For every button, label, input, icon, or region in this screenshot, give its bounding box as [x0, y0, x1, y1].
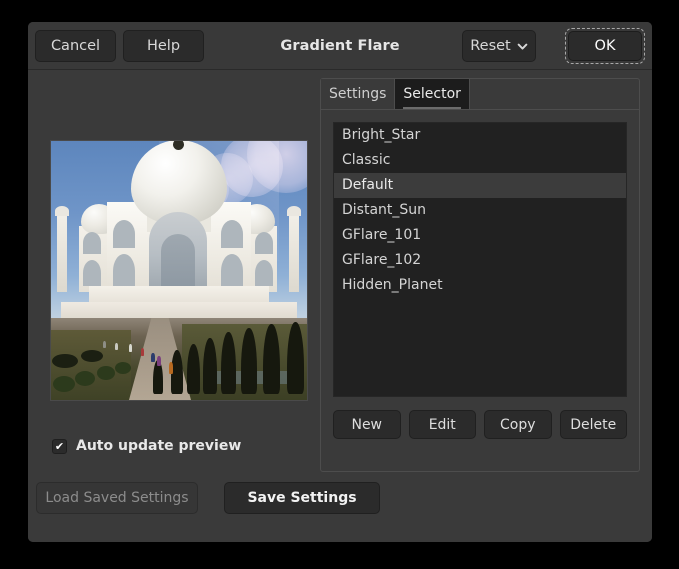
shrub — [115, 362, 131, 374]
list-action-buttons: New Edit Copy Delete — [333, 410, 627, 439]
side-arch — [255, 232, 273, 254]
shrub — [97, 366, 115, 380]
side-arch — [83, 260, 101, 286]
delete-button[interactable]: Delete — [560, 410, 628, 439]
ok-button-focus-ring: OK — [565, 28, 645, 64]
cancel-button[interactable]: Cancel — [35, 30, 116, 62]
visitor — [103, 341, 106, 348]
minaret-cap-left — [55, 206, 69, 216]
side-arch — [221, 220, 243, 248]
help-button[interactable]: Help — [123, 30, 204, 62]
help-button-label: Help — [147, 38, 180, 54]
shrub — [52, 354, 78, 368]
ok-button-label: OK — [595, 38, 616, 54]
gradient-flare-dialog: Cancel Help Gradient Flare Reset OK — [28, 22, 652, 542]
left-column: ✔ Auto update preview Load Saved Setting… — [28, 70, 324, 542]
preview-frame — [50, 140, 308, 401]
minaret-cap-right — [287, 206, 301, 216]
delete-button-label: Delete — [570, 417, 616, 433]
list-item-label: Bright_Star — [342, 127, 420, 143]
central-iwan-recess — [161, 234, 195, 290]
screen: Cancel Help Gradient Flare Reset OK — [0, 0, 679, 569]
edit-button-label: Edit — [429, 417, 456, 433]
visitor — [115, 343, 118, 350]
side-arch — [221, 254, 243, 288]
tab-selector-label: Selector — [403, 86, 461, 102]
side-arch — [113, 220, 135, 248]
load-saved-settings-label: Load Saved Settings — [45, 490, 188, 506]
side-arch — [113, 254, 135, 288]
list-item-label: GFlare_101 — [342, 227, 421, 243]
reset-dropdown-button[interactable]: Reset — [462, 30, 536, 62]
load-saved-settings-button[interactable]: Load Saved Settings — [36, 482, 198, 514]
check-icon: ✔ — [55, 441, 64, 452]
list-item[interactable]: GFlare_102 — [334, 248, 626, 273]
dialog-header: Cancel Help Gradient Flare Reset OK — [28, 22, 652, 70]
visitor — [129, 344, 132, 352]
visitor — [141, 348, 144, 356]
list-item[interactable]: Bright_Star — [334, 123, 626, 148]
auto-update-preview-checkbox[interactable]: ✔ Auto update preview — [52, 438, 241, 454]
list-item[interactable]: Distant_Sun — [334, 198, 626, 223]
save-settings-label: Save Settings — [247, 490, 356, 506]
list-item-selected[interactable]: Default — [334, 173, 626, 198]
visitor — [169, 362, 173, 374]
list-item[interactable]: GFlare_101 — [334, 223, 626, 248]
gradient-flare-list[interactable]: Bright_Star Classic Default Distant_Sun … — [333, 122, 627, 397]
list-item-label: Hidden_Planet — [342, 277, 443, 293]
copy-button[interactable]: Copy — [484, 410, 552, 439]
shrub — [53, 376, 75, 392]
cancel-button-label: Cancel — [51, 38, 100, 54]
list-item[interactable]: Hidden_Planet — [334, 273, 626, 298]
side-arch — [83, 232, 101, 254]
ok-button[interactable]: OK — [568, 31, 642, 61]
shrub — [81, 350, 103, 362]
selector-panel: Settings Selector Bright_Star Classic De… — [320, 78, 640, 472]
chevron-down-icon — [517, 40, 528, 51]
shrub — [75, 371, 95, 386]
dialog-title: Gradient Flare — [28, 22, 652, 70]
tab-settings-label: Settings — [329, 86, 386, 102]
list-item-label: Classic — [342, 152, 390, 168]
preview-image[interactable] — [51, 141, 307, 400]
copy-button-label: Copy — [500, 417, 536, 433]
minaret-right — [289, 214, 299, 292]
edit-button[interactable]: Edit — [409, 410, 477, 439]
list-item-label: Default — [342, 177, 393, 193]
checkbox-box[interactable]: ✔ — [52, 439, 67, 454]
list-item-label: Distant_Sun — [342, 202, 426, 218]
side-arch — [255, 260, 273, 286]
new-button-label: New — [351, 417, 382, 433]
dialog-body: ✔ Auto update preview Load Saved Setting… — [28, 70, 652, 542]
visitor — [151, 353, 155, 362]
minaret-left — [57, 214, 67, 292]
cypress-tree — [187, 344, 200, 394]
tab-settings[interactable]: Settings — [321, 79, 395, 109]
list-item[interactable]: Classic — [334, 148, 626, 173]
tab-selector[interactable]: Selector — [395, 79, 470, 109]
auto-update-preview-label: Auto update preview — [76, 438, 241, 454]
visitor — [157, 356, 161, 366]
list-item-label: GFlare_102 — [342, 252, 421, 268]
reset-button-label: Reset — [470, 38, 511, 54]
save-settings-button[interactable]: Save Settings — [224, 482, 380, 514]
panel-tabbar: Settings Selector — [321, 79, 639, 110]
new-button[interactable]: New — [333, 410, 401, 439]
